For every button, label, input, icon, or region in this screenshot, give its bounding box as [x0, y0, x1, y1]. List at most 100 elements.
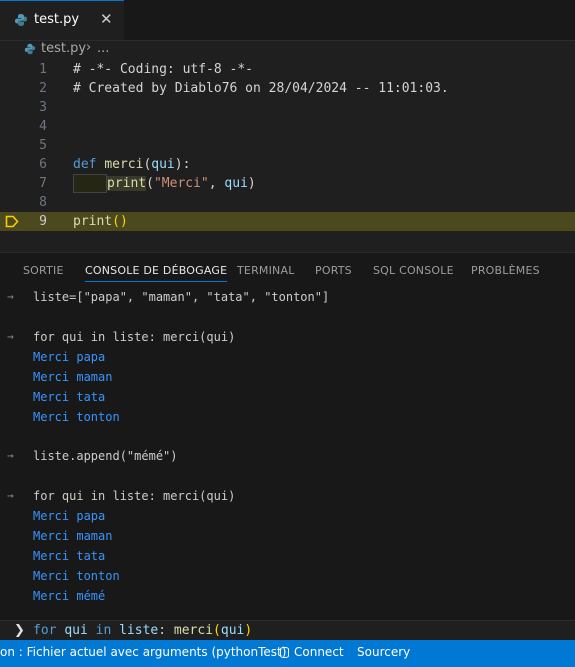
var-liste: liste [119, 623, 159, 638]
debug-console-input[interactable]: ❯ for qui in liste: merci(qui) [0, 620, 575, 641]
connect-label: Connect [294, 645, 344, 659]
function-name: print [107, 176, 147, 191]
code-line: 6 def merci(qui): [0, 155, 575, 174]
paren-close: ) [244, 623, 253, 638]
console-text: Merci tata [33, 390, 106, 404]
tab-ports[interactable]: PORTS [315, 264, 352, 277]
line-number: 1 [39, 62, 47, 77]
console-text: for qui in liste: merci(qui) [33, 489, 236, 503]
console-text: Merci mémé [33, 589, 106, 603]
current-code-line: 9 print() [0, 212, 575, 231]
param-name: qui [151, 157, 175, 172]
arrow-right-icon: → [7, 330, 14, 343]
keyword-in: in [95, 623, 112, 638]
console-text: Merci maman [33, 529, 113, 543]
status-bar: on : Fichier actuel avec arguments (pyth… [0, 640, 575, 667]
parens: () [112, 214, 128, 229]
arrow-right-icon: → [7, 489, 14, 502]
comma: , [208, 176, 225, 191]
console-input-line: → liste.append("mémé") [0, 446, 575, 466]
console-text: liste.append("mémé") [33, 449, 178, 463]
var-qui: qui [220, 623, 245, 638]
bottom-panel: SORTIE CONSOLE DE DÉBOGAGE TERMINAL PORT… [0, 252, 575, 641]
code-line: 4 [0, 117, 575, 136]
code-text: print("Merci", qui) [107, 174, 256, 193]
arrow-right-icon: → [7, 449, 14, 462]
line-number: 2 [39, 81, 47, 96]
paren-open: ( [213, 623, 221, 638]
code-comment: # -*- Coding: utf-8 -*- [73, 62, 254, 77]
line-number: 9 [39, 214, 47, 229]
tab-test-py[interactable]: test.py ✕ [0, 0, 124, 40]
colon: : [158, 623, 167, 638]
tab-terminal[interactable]: TERMINAL [237, 264, 295, 277]
debug-config-status[interactable]: on : Fichier actuel avec arguments (pyth… [0, 642, 286, 662]
console-text: Merci maman [33, 370, 113, 384]
tab-debug-console[interactable]: CONSOLE DE DÉBOGAGE [85, 264, 228, 282]
code-comment: # Created by Diablo76 on 28/04/2024 -- 1… [73, 81, 449, 96]
python-file-icon [15, 14, 27, 26]
paren-open: ( [146, 176, 154, 191]
console-output-line: Merci tonton [0, 566, 575, 586]
code-line: 7 print("Merci", qui) [0, 174, 575, 193]
string-literal: "Merci" [153, 176, 209, 191]
editor-tab-bar: test.py ✕ [0, 0, 575, 41]
code-text: print() [73, 212, 128, 231]
paren-close: ): [174, 157, 191, 172]
tab-problems[interactable]: PROBLÈMES [471, 264, 540, 277]
code-editor[interactable]: 1 # -*- Coding: utf-8 -*- 2 # Created by… [0, 60, 575, 250]
function-name: merci [104, 157, 144, 172]
close-icon[interactable]: ✕ [100, 10, 113, 28]
console-text: Merci tata [33, 549, 106, 563]
console-text: for qui in liste: merci(qui) [33, 330, 236, 344]
function-name: merci [173, 623, 214, 638]
python-file-icon [24, 43, 36, 55]
chevron-right-icon: › [86, 40, 92, 55]
console-output-line: Merci maman [0, 367, 575, 387]
line-number: 3 [39, 100, 47, 115]
param-name: qui [224, 176, 248, 191]
code-line: 2 # Created by Diablo76 on 28/04/2024 --… [0, 79, 575, 98]
code-text: def merci(qui): [73, 155, 190, 174]
debug-breakpoint-arrow-icon[interactable] [5, 215, 19, 228]
breadcrumb-symbols[interactable]: ... [97, 41, 109, 56]
prompt-code[interactable]: for qui in liste: merci(qui) [33, 621, 252, 641]
prompt-chevron-icon: ❯ [14, 623, 25, 638]
tab-label: test.py [34, 12, 80, 27]
line-number: 7 [39, 176, 47, 191]
console-output-line: Merci papa [0, 506, 575, 526]
sourcery-status[interactable]: Sourcery [357, 642, 410, 662]
console-text: Merci tonton [33, 569, 120, 583]
console-text: liste=["papa", "maman", "tata", "tonton"… [33, 290, 330, 304]
console-input-line: → for qui in liste: merci(qui) [0, 327, 575, 347]
console-input-line: → liste=["papa", "maman", "tata", "tonton… [0, 287, 575, 307]
code-line: 3 [0, 98, 575, 117]
keyword-def: def [73, 157, 97, 172]
console-text: Merci papa [33, 350, 106, 364]
code-line: 1 # -*- Coding: utf-8 -*- [0, 60, 575, 79]
keyword-for: for [33, 623, 57, 638]
console-text: Merci papa [33, 509, 106, 523]
connect-status[interactable]: Connect [280, 642, 344, 662]
console-output-line: Merci tata [0, 387, 575, 407]
function-name: print [73, 214, 113, 229]
arrow-right-icon: → [7, 290, 14, 303]
line-number: 6 [39, 157, 47, 172]
breadcrumb-file[interactable]: test.py [41, 41, 86, 56]
code-line: 8 [0, 193, 575, 212]
tab-sql-console[interactable]: SQL CONSOLE [373, 264, 454, 277]
breadcrumb: test.py › ... [0, 40, 575, 60]
console-output-line: Merci tonton [0, 407, 575, 427]
database-icon [280, 647, 289, 658]
paren-close: ) [247, 176, 256, 191]
console-output-line: Merci maman [0, 526, 575, 546]
tab-output[interactable]: SORTIE [23, 264, 64, 277]
panel-tab-bar: SORTIE CONSOLE DE DÉBOGAGE TERMINAL PORT… [0, 253, 575, 283]
indent-guide [73, 174, 107, 193]
console-input-line: → for qui in liste: merci(qui) [0, 486, 575, 506]
console-text: Merci tonton [33, 410, 120, 424]
var-qui: qui [64, 623, 88, 638]
line-number: 8 [39, 195, 47, 210]
line-number: 4 [39, 119, 47, 134]
console-output-line: Merci tata [0, 546, 575, 566]
